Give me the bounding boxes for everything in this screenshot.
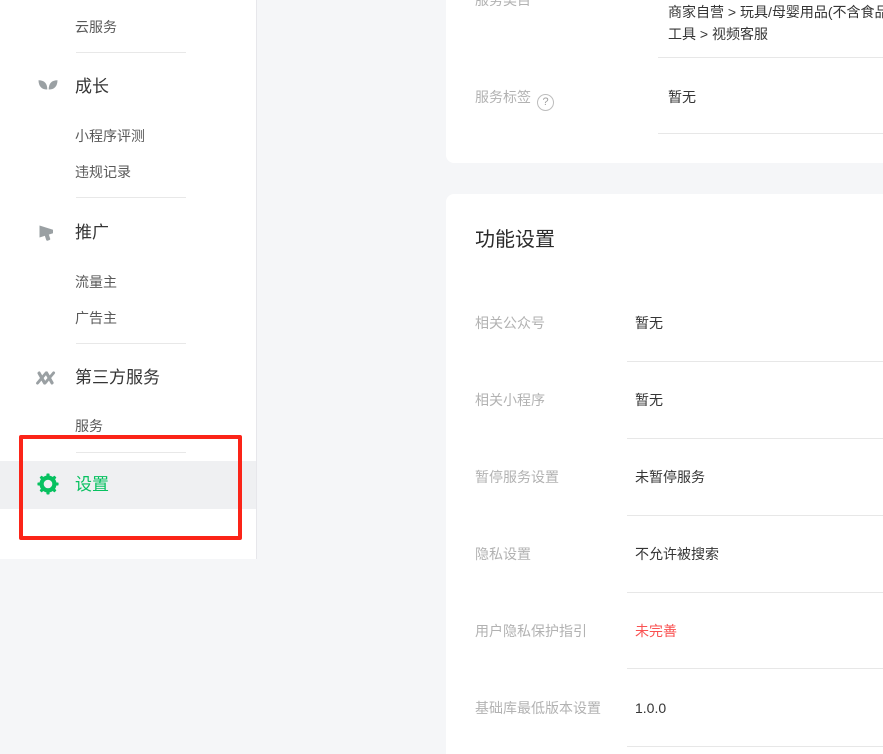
min-base-library-value: 1.0.0 (635, 698, 666, 718)
service-category-label: 服务类目 (475, 0, 531, 10)
page: 云服务 成长 小程序评测 违规记录 推广 流量主 广告主 第三方服务 服务 (0, 0, 883, 754)
related-miniprogram-label: 相关小程序 (475, 390, 545, 410)
sidebar-section-promotion[interactable]: 推广 (75, 221, 109, 245)
help-question-icon[interactable]: ? (537, 94, 554, 111)
megaphone-icon (36, 221, 60, 245)
pause-service-label: 暂停服务设置 (475, 467, 559, 487)
row-divider (658, 57, 883, 58)
sidebar-section-third-party[interactable]: 第三方服务 (75, 366, 160, 390)
sprout-icon (36, 75, 60, 99)
row-divider (627, 592, 883, 593)
service-info-card (446, 0, 883, 163)
sidebar-item-traffic-master[interactable]: 流量主 (75, 272, 117, 292)
user-privacy-guide-value: 未完善 (635, 621, 677, 641)
function-settings-title: 功能设置 (475, 226, 555, 254)
row-divider (627, 515, 883, 516)
sidebar-item-service[interactable]: 服务 (75, 416, 103, 436)
row-divider (627, 746, 883, 747)
sidebar-divider (76, 52, 186, 53)
row-divider (658, 133, 883, 134)
row-divider (627, 438, 883, 439)
third-party-service-icon (34, 366, 58, 390)
service-tag-label-group: 服务标签? (475, 87, 554, 111)
sidebar-item-violation-records[interactable]: 违规记录 (75, 162, 131, 182)
sidebar-item-miniprogram-evaluation[interactable]: 小程序评测 (75, 126, 145, 146)
sidebar-item-cloud-service[interactable]: 云服务 (75, 17, 117, 37)
gear-icon (37, 473, 59, 495)
sidebar-divider (76, 343, 186, 344)
service-tag-value: 暂无 (668, 87, 696, 107)
sidebar-item-advertiser[interactable]: 广告主 (75, 308, 117, 328)
related-official-account-label: 相关公众号 (475, 313, 545, 333)
sidebar-section-growth[interactable]: 成长 (75, 75, 109, 99)
user-privacy-guide-label: 用户隐私保护指引 (475, 621, 587, 641)
sidebar-divider (76, 452, 186, 453)
row-divider (627, 361, 883, 362)
pause-service-value: 未暂停服务 (635, 467, 705, 487)
service-tag-label: 服务标签 (475, 89, 531, 105)
row-divider (627, 668, 883, 669)
privacy-settings-value: 不允许被搜索 (635, 544, 719, 564)
privacy-settings-label: 隐私设置 (475, 544, 531, 564)
related-miniprogram-value: 暂无 (635, 390, 663, 410)
sidebar-item-settings-label[interactable]: 设置 (75, 473, 109, 497)
related-official-account-value: 暂无 (635, 313, 663, 333)
sidebar-divider (76, 197, 186, 198)
min-base-library-label: 基础库最低版本设置 (475, 698, 601, 718)
service-category-value-line2: 工具 > 视频客服 (668, 24, 768, 44)
service-category-value-line1: 商家自营 > 玩具/母婴用品(不含食品 (668, 2, 883, 22)
